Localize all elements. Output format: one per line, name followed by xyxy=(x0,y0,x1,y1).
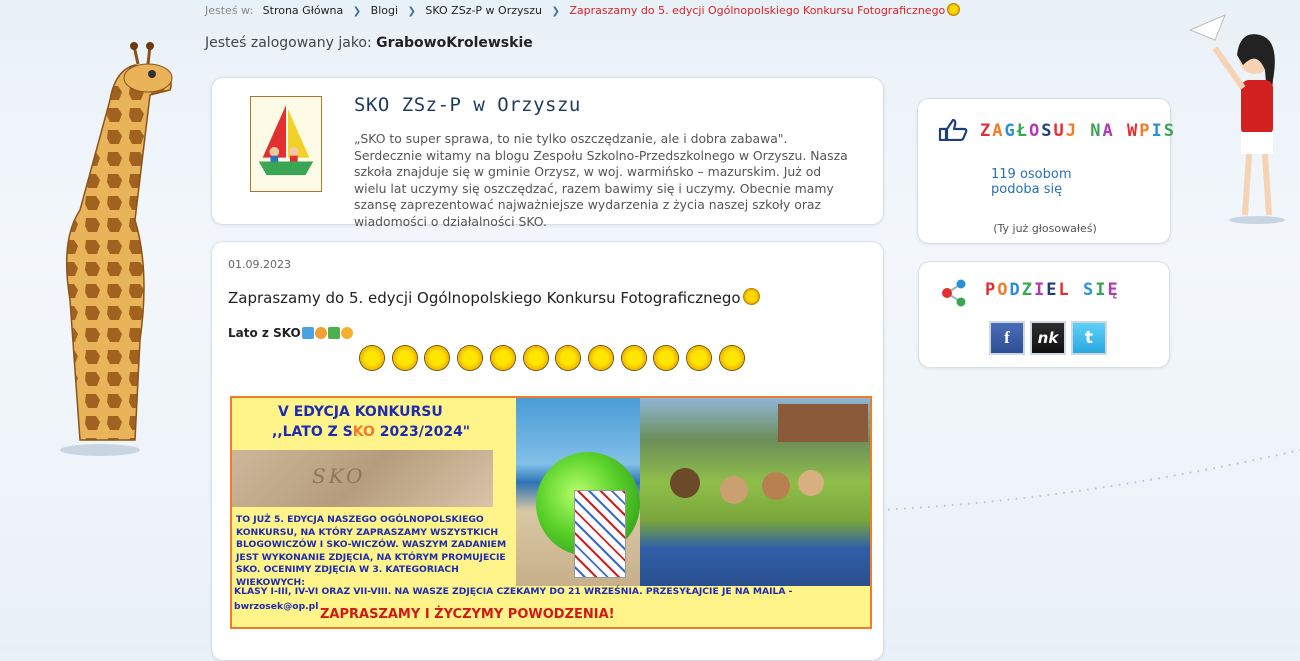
kid-head xyxy=(798,470,824,496)
post-title: Zapraszamy do 5. edycji Ogólnopolskiego … xyxy=(228,288,760,307)
kid-head xyxy=(670,468,700,498)
sun-emoji-icon xyxy=(392,346,417,370)
thumbs-up-icon[interactable] xyxy=(938,119,968,141)
post-subtitle: Lato z SKO xyxy=(228,326,353,340)
kid-head xyxy=(720,476,748,504)
kids-photo xyxy=(640,398,870,586)
sun-emoji-icon xyxy=(621,346,646,370)
breadcrumb-prefix: Jesteś w: xyxy=(205,4,254,17)
banner-footer: ZAPRASZAMY I ŻYCZYMY POWODZENIA! xyxy=(320,607,615,622)
blog-logo[interactable] xyxy=(250,96,322,192)
sun-emoji-icon xyxy=(490,346,515,370)
vote-title[interactable]: ZAGŁOSUJ NA WPIS xyxy=(980,121,1176,141)
banner-subheading: ,,LATO Z SKO 2023/2024" xyxy=(272,424,470,440)
share-buttons: f nk t xyxy=(989,321,1107,355)
sun-emoji-icon xyxy=(947,3,961,16)
share-widget: PODZIEL SIĘ f nk t xyxy=(918,261,1170,368)
banner-heading: V EDYCJA KONKURSU xyxy=(278,404,443,420)
sun-emoji-icon xyxy=(556,346,581,370)
banner-subheading-year: 2023/2024" xyxy=(374,424,471,440)
girl-illustration xyxy=(1188,14,1285,224)
chevron-right-icon: ❯ xyxy=(551,6,560,17)
sun-emoji-icon xyxy=(523,346,548,370)
sun-emoji-icon xyxy=(687,346,712,370)
vote-count-label: podoba się xyxy=(991,182,1063,197)
tote-bag xyxy=(574,490,626,578)
vote-status-note: (Ty już głosowałeś) xyxy=(993,222,1097,235)
sun-emoji-icon xyxy=(589,346,614,370)
blog-header-card: SKO ZSz-P w Orzyszu „SKO to super sprawa… xyxy=(211,77,884,229)
post-card: 01.09.2023 Zapraszamy do 5. edycji Ogóln… xyxy=(211,241,884,661)
banner-email: bwrzosek@op.pl xyxy=(234,601,319,612)
sun-emoji-icon xyxy=(654,346,679,370)
sun-emoji-row xyxy=(360,346,744,370)
breadcrumb-link-blogs[interactable]: Blogi xyxy=(371,4,398,17)
post-date: 01.09.2023 xyxy=(228,258,291,271)
nk-share-button[interactable]: nk xyxy=(1030,321,1066,355)
post-title-text: Zapraszamy do 5. edycji Ogólnopolskiego … xyxy=(228,289,741,307)
banner-body-text: TO JUŻ 5. EDYCJA NASZEGO OGÓLNOPOLSKIEGO… xyxy=(236,514,507,588)
sand-photo: SKO xyxy=(232,450,493,507)
giraffe-illustration xyxy=(60,42,173,456)
share-title: PODZIEL SIĘ xyxy=(985,280,1120,300)
sun-emoji-icon xyxy=(458,346,483,370)
kid-head xyxy=(762,472,790,500)
username[interactable]: GrabowoKrolewskie xyxy=(376,35,533,51)
banner-subheading-part: ,,LATO Z S xyxy=(272,424,353,440)
beach-photo xyxy=(516,398,640,586)
facebook-share-button[interactable]: f xyxy=(989,321,1025,355)
share-icon xyxy=(942,279,966,307)
post-subtitle-text: Lato z SKO xyxy=(228,326,301,340)
banner-subheading-k: K xyxy=(352,424,363,440)
sun-emoji-icon xyxy=(360,346,384,370)
mountain-emoji-icon xyxy=(327,327,340,339)
twitter-share-button[interactable]: t xyxy=(1071,321,1107,355)
swim-emoji-icon xyxy=(301,327,314,339)
breadcrumb-link-home[interactable]: Strona Główna xyxy=(263,4,344,17)
chevron-right-icon: ❯ xyxy=(407,6,416,17)
sun-emoji-icon xyxy=(425,346,450,370)
breadcrumb-current: Zapraszamy do 5. edycji Ogólnopolskiego … xyxy=(569,4,946,17)
sun-emoji-icon xyxy=(742,288,760,305)
vote-count: 119 osobom podoba się xyxy=(991,167,1072,197)
dotted-path-decoration xyxy=(880,449,1300,511)
blog-title[interactable]: SKO ZSz-P w Orzyszu xyxy=(354,94,581,116)
blog-description: „SKO to super sprawa, to nie tylko oszcz… xyxy=(354,131,848,229)
vote-count-number: 119 osobom xyxy=(991,167,1072,182)
banner-subheading-o: O xyxy=(362,424,375,440)
chevron-right-icon: ❯ xyxy=(352,6,362,17)
sunflower-emoji-icon xyxy=(314,327,327,339)
banner-categories-text: KLASY I-III, IV-VI ORAZ VII-VIII. NA WAS… xyxy=(234,586,793,597)
contest-banner-image[interactable]: V EDYCJA KONKURSU ,,LATO Z SKO 2023/2024… xyxy=(230,396,872,629)
sun-emoji-icon xyxy=(719,346,744,370)
breadcrumb: Jesteś w: Strona Główna ❯ Blogi ❯ SKO ZS… xyxy=(205,3,961,17)
login-status: Jesteś zalogowany jako: GrabowoKrolewski… xyxy=(205,35,533,51)
vote-widget: ZAGŁOSUJ NA WPIS 119 osobom podoba się (… xyxy=(917,98,1174,244)
login-status-label: Jesteś zalogowany jako: xyxy=(205,35,372,51)
house xyxy=(778,404,868,442)
smile-emoji-icon xyxy=(340,327,353,339)
breadcrumb-link-blog[interactable]: SKO ZSz-P w Orzyszu xyxy=(425,4,542,17)
